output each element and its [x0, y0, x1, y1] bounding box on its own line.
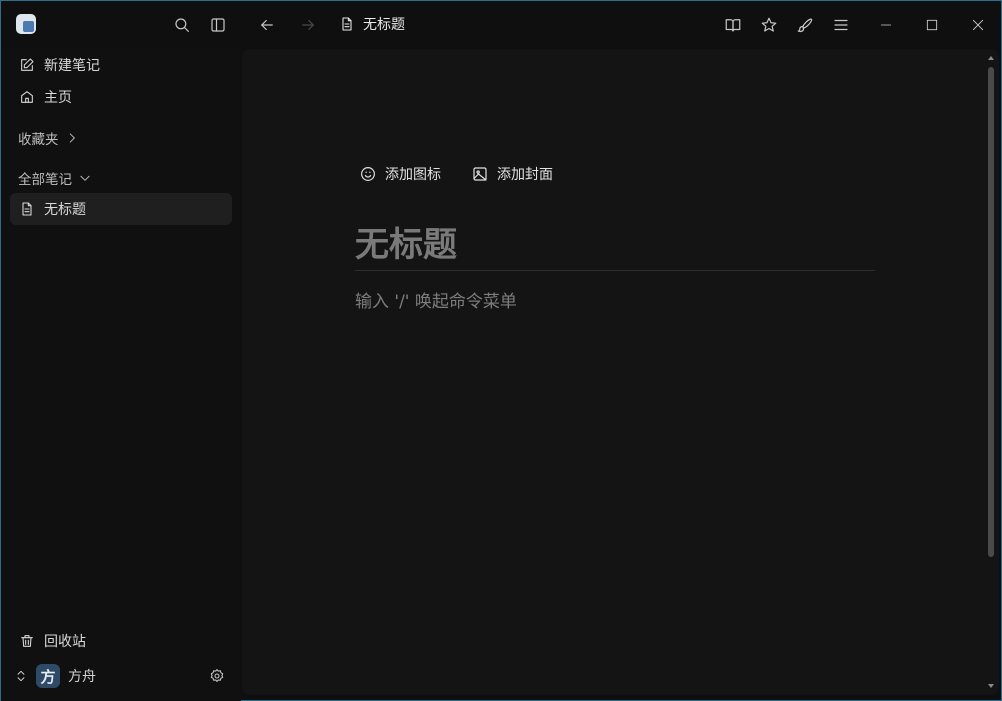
app-logo	[16, 14, 36, 34]
gear-icon	[210, 669, 224, 682]
current-document-crumb[interactable]: 无标题	[339, 14, 405, 34]
edit-icon	[21, 58, 34, 71]
current-document-title: 无标题	[363, 17, 405, 33]
home-icon	[21, 91, 33, 103]
search-button[interactable]	[170, 13, 194, 37]
scroll-up-icon[interactable]	[988, 55, 994, 61]
new-note-label: 新建笔记	[44, 58, 100, 74]
new-note-button[interactable]: 新建笔记	[10, 49, 232, 81]
sidebar-item-trash[interactable]: 回收站	[10, 625, 232, 657]
theme-button[interactable]	[793, 13, 817, 37]
document-icon	[342, 17, 352, 31]
search-icon	[175, 18, 189, 32]
close-button[interactable]	[955, 1, 1001, 49]
star-icon	[761, 17, 777, 32]
add-cover-button[interactable]: 添加封面	[471, 164, 553, 184]
sidebar-toggle-icon	[211, 18, 225, 32]
arrow-right-icon	[302, 19, 314, 31]
sidebar: 新建笔记 主页 收藏夹 全部笔记 无标题 回收站 方 方舟	[1, 49, 241, 701]
favorites-section-header[interactable]: 收藏夹	[18, 128, 79, 148]
title-bar: 无标题	[1, 1, 1001, 49]
menu-button[interactable]	[829, 13, 853, 37]
brush-icon	[797, 18, 813, 33]
sidebar-item-home[interactable]: 主页	[10, 81, 232, 113]
editor-body-placeholder[interactable]: 输入 '/' 唤起命令菜单	[355, 287, 517, 312]
maximize-icon	[926, 19, 938, 31]
smiley-icon	[361, 167, 375, 181]
chevrons-up-down-icon	[17, 670, 25, 682]
arrow-left-icon	[261, 19, 273, 31]
home-label: 主页	[44, 90, 72, 106]
avatar: 方	[36, 664, 60, 688]
workspace-switcher[interactable]: 方 方舟	[14, 661, 229, 691]
toggle-sidebar-button[interactable]	[206, 13, 230, 37]
add-cover-label: 添加封面	[497, 167, 553, 183]
editor-pane: 添加图标 添加封面 无标题 输入 '/' 唤起命令菜单	[242, 49, 999, 695]
favorite-button[interactable]	[757, 13, 781, 37]
scroll-down-icon[interactable]	[988, 683, 994, 689]
maximize-button[interactable]	[909, 1, 955, 49]
image-icon	[473, 167, 487, 181]
minimize-button[interactable]	[863, 1, 909, 49]
forward-button[interactable]	[296, 13, 320, 37]
favorites-label: 收藏夹	[18, 132, 59, 148]
add-icon-label: 添加图标	[385, 167, 441, 183]
all-notes-label: 全部笔记	[18, 172, 72, 188]
trash-label: 回收站	[44, 634, 86, 650]
chevron-right-icon	[69, 133, 75, 143]
user-name: 方舟	[68, 669, 96, 685]
editor-scrollbar[interactable]	[988, 55, 994, 689]
chevron-down-icon	[80, 175, 90, 181]
editor-actions: 添加图标 添加封面	[359, 164, 553, 184]
menu-icon	[834, 19, 848, 31]
note-title: 无标题	[44, 202, 86, 218]
document-icon	[22, 202, 32, 216]
book-open-icon	[725, 19, 741, 32]
document-title-input[interactable]: 无标题	[355, 217, 875, 271]
reading-mode-button[interactable]	[721, 13, 745, 37]
note-list-item[interactable]: 无标题	[10, 193, 232, 225]
trash-icon	[21, 635, 33, 647]
settings-button[interactable]	[205, 664, 229, 688]
minimize-icon	[880, 24, 892, 26]
scroll-thumb[interactable]	[988, 67, 994, 557]
all-notes-section-header[interactable]: 全部笔记	[18, 168, 92, 188]
close-icon	[972, 19, 984, 31]
back-button[interactable]	[255, 13, 279, 37]
add-icon-button[interactable]: 添加图标	[359, 164, 441, 184]
